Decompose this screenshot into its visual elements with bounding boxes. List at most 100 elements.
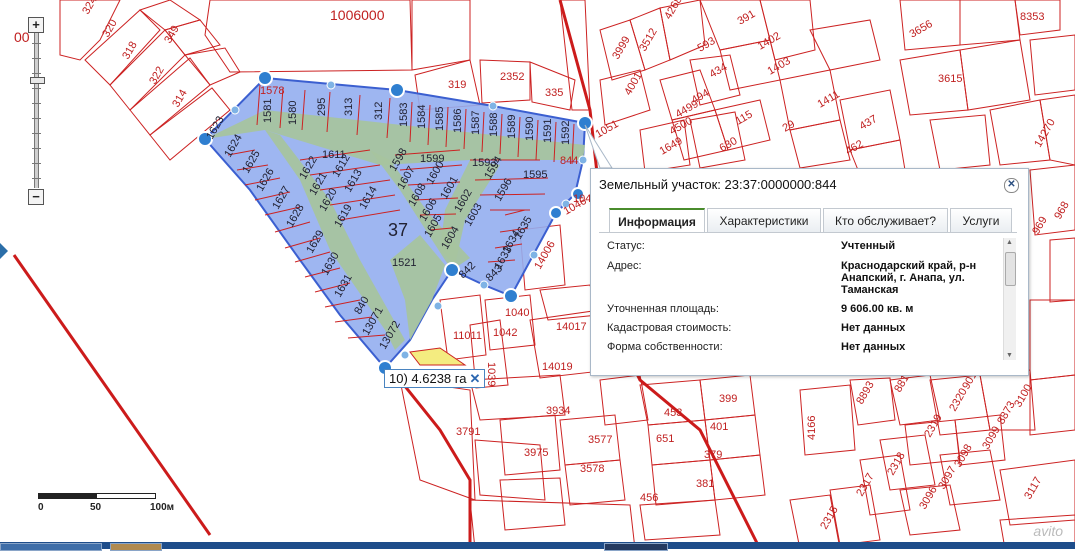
parcel-number-label: 1411 [816,88,842,110]
parcel-number-label: 3578 [580,463,604,475]
parcel-number-label: 2317 [854,471,877,498]
panel-toggle-arrow-icon[interactable] [0,243,8,259]
parcel-number-label: 381 [696,478,714,490]
tab-information[interactable]: Информация [609,208,705,233]
scale-label-100: 100м [150,502,175,513]
parcel-number-label: 1580 [287,101,299,125]
parcel-number-label: 8893 [854,379,877,406]
parcel-number-label: 14270 [1032,117,1058,149]
parcel-number-label: 3512 [637,26,660,53]
zoom-tick [32,163,41,164]
parcel-number-label: 1578 [260,85,284,97]
parcel-number-label: 1402 [756,30,783,53]
scrollbar-thumb[interactable] [1005,252,1016,286]
scroll-up-icon[interactable]: ▲ [1006,239,1013,246]
parcel-number-label: 312 [373,102,385,120]
parcel-number-label: 3791 [456,426,480,438]
parcel-number-label: 1040 [505,307,529,319]
parcel-number-label: 1586 [452,109,464,133]
parcel-number-label: 2319 [922,412,945,439]
parcel-number-label: 593 [696,35,718,55]
parcel-number-label: 324 [80,0,100,16]
zoom-tick [32,88,41,89]
center-parcel-label: 1521 [392,257,416,269]
taskbar-button[interactable] [604,543,668,551]
taskbar-button[interactable] [0,543,102,551]
zoom-slider-thumb[interactable] [30,77,45,84]
parcel-number-label: 4268 [662,0,685,21]
parcel-number-label: 322 [147,65,167,87]
zoom-tick [32,43,41,44]
cadastral-value-label: Кадастровая стоимость: [607,322,732,334]
parcel-number-label: 391 [736,8,758,28]
parcel-number-label: 1403 [766,55,793,78]
zoom-out-button[interactable]: − [28,189,44,205]
zoom-in-button[interactable]: + [28,17,44,33]
tab-who-serves[interactable]: Кто обслуживает? [823,208,948,233]
parcel-number-label: 1584 [416,105,428,129]
parcel-number-label: 313 [343,98,355,116]
parcel-number-label: 1595 [523,169,547,181]
parcel-number-label: 3999 [610,34,633,61]
tab-services[interactable]: Услуги [950,208,1012,233]
popup-scrollbar[interactable]: ▲ ▼ [1003,238,1016,360]
area-label: Уточненная площадь: [607,303,719,315]
parcel-number-label: 4001 [622,70,645,97]
taskbar-button[interactable] [110,543,162,551]
parcel-number-label: 2352 [500,71,524,83]
parcel-number-label: 3934 [546,405,570,417]
parcel-number-label: 1583 [398,103,410,127]
popup-content: Статус: Учтенный Адрес: Краснодарский кр… [599,235,1019,361]
parcel-number-label: 3975 [524,447,548,459]
parcel-number-label: 14017 [556,321,587,333]
parcel-number-label: 4166 [806,416,818,440]
parcel-number-label: 14019 [542,361,573,373]
address-value: Краснодарский край, р-н Анапский, г. Ана… [841,260,977,296]
scale-label-0: 0 [38,502,44,513]
status-value: Учтенный [841,240,896,252]
cadastral-value-value: Нет данных [841,322,906,334]
parcel-number-label: 349 [162,24,182,46]
parcel-number-label: 3615 [938,73,962,85]
close-icon[interactable]: ✕ [469,371,480,386]
block-label: 37 [388,220,408,240]
parcel-number-label: 115 [734,108,755,127]
area-value: 9 606.00 кв. м [841,303,914,315]
parcel-number-label: 1587 [470,111,482,135]
parcel-number-label: 456 [640,492,658,504]
parcel-number-label: 1589 [506,115,518,139]
zoom-slider[interactable] [30,33,45,188]
parcel-number-label: 2320 [947,386,970,413]
parcel-number-label: 319 [448,79,466,91]
parcel-number-label: 11011 [453,330,482,342]
parcel-number-label: 1591 [542,119,554,143]
zoom-control: + − [27,17,45,205]
zoom-tick [32,178,41,179]
parcel-number-label: 3656 [908,18,935,41]
ownership-label: Форма собственности: [607,341,723,353]
zoom-tick [32,133,41,134]
parcel-number-label: 1592 [560,121,572,145]
parcel-number-label: 968 [1052,200,1072,222]
parcel-number-label: 379 [704,449,722,461]
parcel-number-label: 1042 [493,327,517,339]
top-parcel-label: 1006000 [330,7,385,23]
parcel-number-label: 3117 [1022,475,1044,501]
status-label: Статус: [607,240,645,252]
parcel-number-label: 320 [100,18,120,40]
parcel-number-label: 314 [170,88,190,110]
parcel-number-label: 1590 [524,117,536,141]
parcel-number-label: 3097 [936,464,959,491]
parcel-number-label: 2315 [818,504,841,531]
area-measurement-label: 10) 4.6238 га ✕ [384,369,486,388]
parcel-number-label: 1585 [434,107,446,131]
taskbar [0,542,1075,551]
area-measurement-text: 10) 4.6238 га [389,371,467,386]
tab-characteristics[interactable]: Характеристики [707,208,821,233]
tab-divider [599,232,1017,233]
parcel-number-label: 2318 [885,450,908,477]
parcel-number-label: 3098 [952,442,975,469]
scroll-down-icon[interactable]: ▼ [1006,352,1013,359]
parcel-number-label: 844 [560,155,578,167]
close-icon[interactable]: ✕ [1004,178,1019,193]
